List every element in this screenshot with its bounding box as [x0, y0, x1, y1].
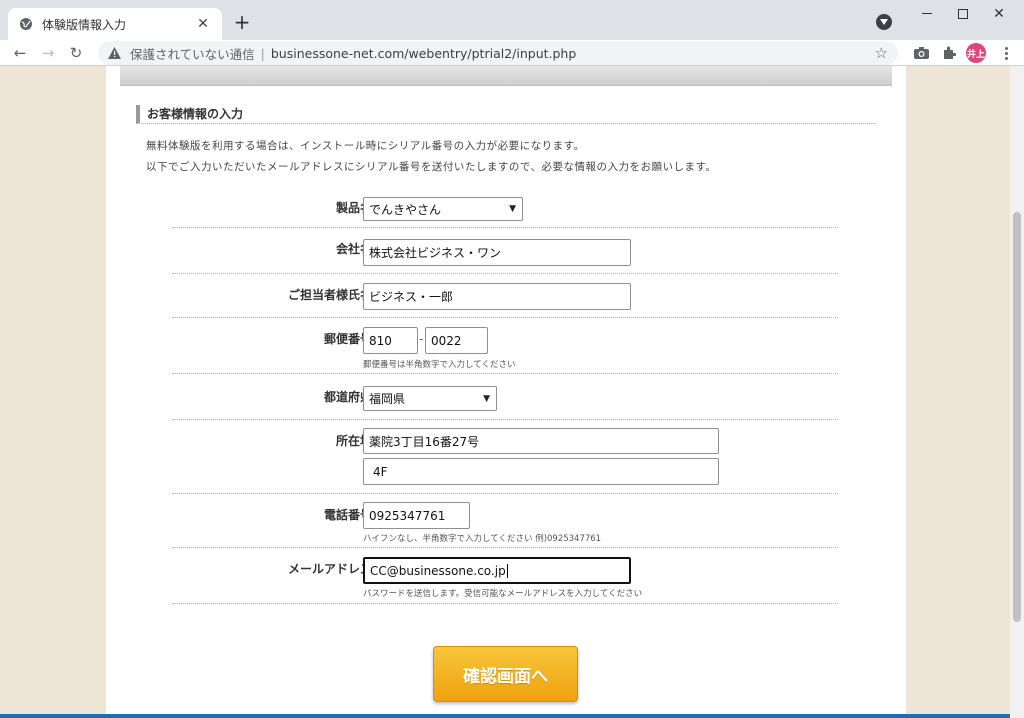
new-tab-button[interactable]: + [230, 10, 254, 34]
address-line1-value: 薬院3丁目16番27号 [369, 434, 480, 449]
back-icon[interactable]: ← [10, 43, 30, 63]
postal-code-second-input[interactable]: 0022 [425, 327, 488, 354]
tab-strip: 体験版情報入力 ✕ + ✕ [0, 0, 1024, 40]
close-window-icon[interactable]: ✕ [984, 4, 1014, 24]
forward-icon[interactable]: → [38, 43, 58, 63]
company-input[interactable]: 株式会社ビジネス・ワン [363, 239, 631, 266]
contact-value: ビジネス・一郎 [369, 290, 454, 304]
section-title: お客様情報の入力 [147, 107, 244, 121]
phone-value: 0925347761 [369, 508, 446, 523]
tab-search-icon[interactable] [876, 14, 892, 30]
form-row-contact: ご担当者様氏名 ※ ビジネス・一郎 [172, 274, 838, 318]
camera-icon[interactable] [912, 44, 930, 62]
page-viewport: お客様情報の入力 無料体験版を利用する場合は、インストール時にシリアル番号の入力… [0, 66, 1010, 718]
product-value: でんきやさん [369, 202, 442, 217]
close-tab-icon[interactable]: ✕ [194, 15, 212, 33]
maximize-icon[interactable] [948, 4, 978, 24]
postal-first-value: 810 [369, 333, 392, 348]
browser-tab[interactable]: 体験版情報入力 ✕ [8, 8, 222, 40]
address-bar[interactable]: 保護されていない通信 | businessone-net.com/webentr… [98, 41, 898, 65]
heading-bar [136, 104, 140, 123]
chevron-down-icon: ▼ [483, 393, 490, 404]
postal-dash: - [419, 332, 424, 346]
prefecture-select[interactable]: 福岡県 ▼ [363, 386, 497, 411]
page-scrollbar[interactable] [1010, 66, 1024, 718]
bookmark-star-icon[interactable]: ☆ [875, 44, 888, 62]
profile-avatar[interactable]: 井上 [966, 43, 986, 63]
phone-input[interactable]: 0925347761 [363, 502, 470, 529]
url-separator: | [260, 45, 265, 61]
form-row-postal: 郵便番号 ※ 810 - 0022 郵便番号は半角数字で入力してください [172, 318, 838, 374]
prefecture-value: 福岡県 [369, 392, 406, 406]
form-row-product: 製品名 ※ でんきやさん ▼ [172, 194, 838, 228]
product-select[interactable]: でんきやさん ▼ [363, 197, 523, 221]
form-row-address: 所在地 ※ 薬院3丁目16番27号 4F [172, 420, 838, 494]
scrollbar-thumb[interactable] [1013, 212, 1021, 622]
email-input[interactable]: CC@businessone.co.jp [363, 557, 631, 584]
contact-label: ご担当者様氏名 [287, 288, 372, 302]
more-menu-icon[interactable] [998, 43, 1014, 63]
postal-code-first-input[interactable]: 810 [363, 327, 418, 354]
minimize-icon[interactable] [912, 4, 942, 24]
warning-icon[interactable] [108, 46, 122, 60]
form-row-email: メールアドレス ※ CC@businessone.co.jp パスワードを送信し… [172, 548, 838, 604]
contact-name-input[interactable]: ビジネス・一郎 [363, 283, 631, 310]
tab-title: 体験版情報入力 [42, 17, 127, 32]
intro-line-2: 以下でご入力いただいたメールアドレスにシリアル番号を送付いたしますので、必要な情… [146, 161, 717, 173]
email-hint: パスワードを送信します。受信可能なメールアドレスを入力してください [363, 589, 643, 599]
postal-hint: 郵便番号は半角数字で入力してください [363, 360, 516, 370]
email-label: メールアドレス [287, 562, 372, 576]
text-cursor [506, 563, 508, 578]
address-line2-input[interactable]: 4F [363, 458, 719, 485]
form-row-company: 会社名 ※ 株式会社ビジネス・ワン [172, 228, 838, 274]
url-text[interactable]: businessone-net.com/webentry/ptrial2/inp… [271, 46, 576, 61]
bottom-accent-bar [0, 714, 1010, 718]
section-heading: お客様情報の入力 [136, 104, 876, 124]
form-row-prefecture: 都道府県 ※ 福岡県 ▼ [172, 374, 838, 420]
reload-icon[interactable]: ↻ [66, 43, 86, 63]
phone-hint: ハイフンなし、半角数字で入力してください 例)0925347761 [363, 534, 602, 544]
company-value: 株式会社ビジネス・ワン [369, 246, 502, 260]
address-line1-input[interactable]: 薬院3丁目16番27号 [363, 428, 719, 454]
extensions-puzzle-icon[interactable] [940, 44, 958, 62]
postal-second-value: 0022 [431, 333, 462, 348]
confirm-button[interactable]: 確認画面へ [433, 646, 578, 702]
form-panel: お客様情報の入力 無料体験版を利用する場合は、インストール時にシリアル番号の入力… [106, 66, 906, 718]
address-line2-value: 4F [373, 464, 388, 479]
email-value: CC@businessone.co.jp [370, 563, 506, 578]
panel-header-strip [120, 66, 892, 86]
security-label: 保護されていない通信 [130, 46, 255, 62]
browser-toolbar: ← → ↻ 保護されていない通信 | businessone-net.com/w… [0, 40, 1024, 66]
intro-line-1: 無料体験版を利用する場合は、インストール時にシリアル番号の入力が必要になります。 [146, 140, 585, 152]
globe-icon [18, 16, 34, 32]
chevron-down-icon: ▼ [509, 204, 516, 214]
form-row-phone: 電話番号 ※ 0925347761 ハイフンなし、半角数字で入力してください 例… [172, 494, 838, 548]
